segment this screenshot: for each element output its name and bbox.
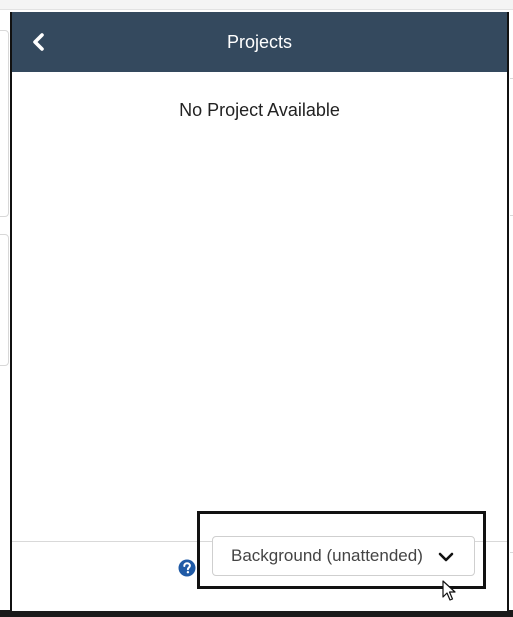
background-app-strip	[0, 0, 513, 10]
background-panel	[0, 30, 9, 217]
chevron-left-icon	[33, 33, 44, 51]
background-bottom-bar	[0, 610, 513, 617]
back-button[interactable]	[24, 27, 52, 57]
run-mode-select[interactable]: Background (unattended)	[212, 536, 475, 576]
empty-state-message: No Project Available	[179, 100, 340, 120]
mouse-pointer-icon	[442, 580, 456, 601]
dialog-title: Projects	[226, 32, 293, 52]
question-circle-icon[interactable]	[178, 559, 196, 577]
background-panel	[0, 234, 9, 366]
dialog-header: Projects	[12, 12, 507, 72]
chevron-down-icon	[438, 552, 454, 562]
run-mode-selected-value: Background (unattended)	[231, 546, 423, 565]
